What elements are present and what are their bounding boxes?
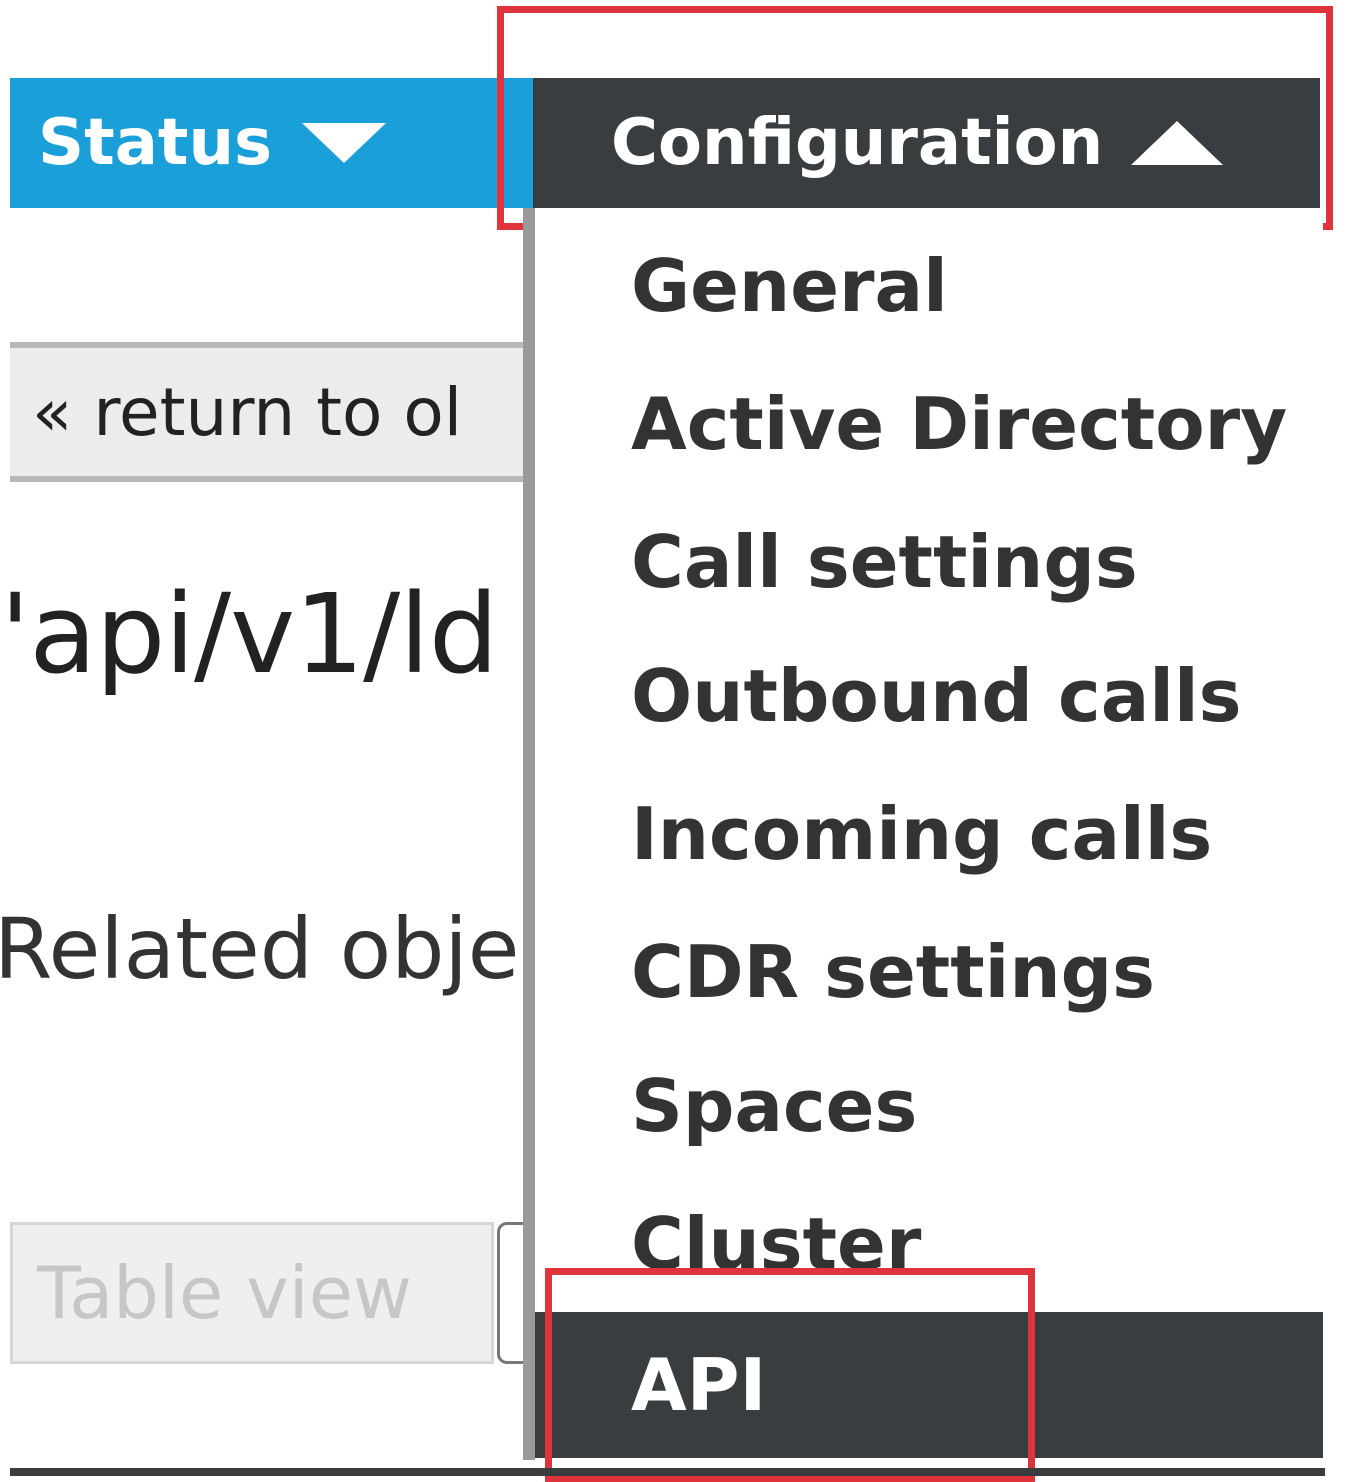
menu-item-call-settings[interactable]: Call settings: [631, 520, 1138, 604]
menu-item-spaces[interactable]: Spaces: [631, 1064, 917, 1148]
menu-item-incoming-calls[interactable]: Incoming calls: [631, 792, 1212, 876]
configuration-dropdown-menu: General Active Directory Call settings O…: [523, 208, 1323, 1460]
bottom-divider: [10, 1468, 1325, 1476]
menu-item-active-directory[interactable]: Active Directory: [631, 382, 1287, 466]
related-objects-label: Related object: [0, 900, 523, 998]
menu-item-api-label: API: [631, 1343, 767, 1427]
page-content: « return to ol 'api/v1/ld Related object…: [0, 230, 523, 1460]
menu-item-cdr-settings[interactable]: CDR settings: [631, 930, 1155, 1014]
nav-tab-configuration[interactable]: Configuration: [533, 78, 1320, 208]
menu-item-api[interactable]: API: [535, 1312, 1323, 1458]
menu-item-cluster[interactable]: Cluster: [631, 1202, 921, 1286]
menu-item-outbound-calls[interactable]: Outbound calls: [631, 654, 1242, 738]
object-path-heading: 'api/v1/ld: [0, 570, 499, 698]
adjacent-button-edge[interactable]: [497, 1222, 523, 1364]
nav-tab-configuration-label: Configuration: [611, 106, 1104, 180]
triangle-down-icon: [302, 123, 387, 163]
nav-tab-status-label: Status: [38, 106, 273, 180]
nav-tab-status[interactable]: Status: [38, 78, 387, 208]
top-nav-bar: Status: [10, 78, 540, 208]
table-view-input[interactable]: Table view: [10, 1222, 494, 1364]
triangle-up-icon: [1131, 121, 1224, 165]
menu-item-general[interactable]: General: [631, 244, 948, 328]
return-to-objects-button[interactable]: « return to ol: [10, 342, 523, 482]
